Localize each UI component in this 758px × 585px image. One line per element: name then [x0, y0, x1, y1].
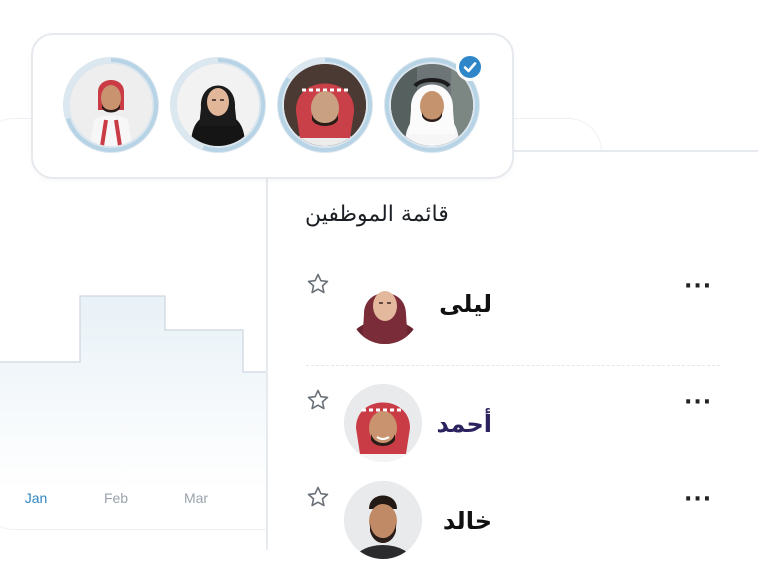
avatar[interactable]	[63, 57, 159, 153]
man-red-shemagh-photo	[70, 64, 152, 146]
check-icon	[456, 53, 484, 81]
employee-name: أحمد	[436, 410, 492, 438]
woman-maroon-hijab-photo	[350, 274, 420, 344]
list-item[interactable]: ليلى ···	[268, 272, 758, 372]
star-outline-icon[interactable]	[306, 388, 330, 412]
man-beard-photo	[344, 481, 422, 559]
employee-name: ليلى	[439, 290, 492, 318]
list-divider	[306, 365, 720, 366]
month-label-mar[interactable]: Mar	[184, 490, 208, 506]
panel-title: قائمة الموظفين	[305, 202, 449, 227]
star-outline-icon[interactable]	[306, 272, 330, 296]
man-red-shemagh-photo	[344, 384, 422, 462]
avatar[interactable]	[170, 57, 266, 153]
man-red-shemagh-portrait-photo	[284, 64, 366, 146]
avatar-selected[interactable]	[384, 53, 484, 153]
chart-area	[0, 296, 270, 490]
list-item[interactable]: خالد ···	[268, 481, 758, 585]
more-options-icon[interactable]: ···	[684, 487, 712, 512]
employee-list-panel: قائمة الموظفين ليلى ··· أحمد ··· خالد ··…	[266, 150, 758, 559]
more-options-icon[interactable]: ···	[684, 390, 712, 415]
woman-black-hijab-photo	[177, 64, 259, 146]
employee-name: خالد	[442, 507, 492, 535]
month-axis: Jan Feb Mar	[0, 490, 270, 510]
avatar-strip	[31, 33, 514, 179]
more-options-icon[interactable]: ···	[684, 274, 712, 299]
month-label-feb[interactable]: Feb	[104, 490, 128, 506]
avatar[interactable]	[277, 57, 373, 153]
star-outline-icon[interactable]	[306, 485, 330, 509]
list-item[interactable]: أحمد ···	[268, 384, 758, 488]
step-chart	[0, 295, 270, 490]
month-label-jan[interactable]: Jan	[25, 490, 48, 506]
